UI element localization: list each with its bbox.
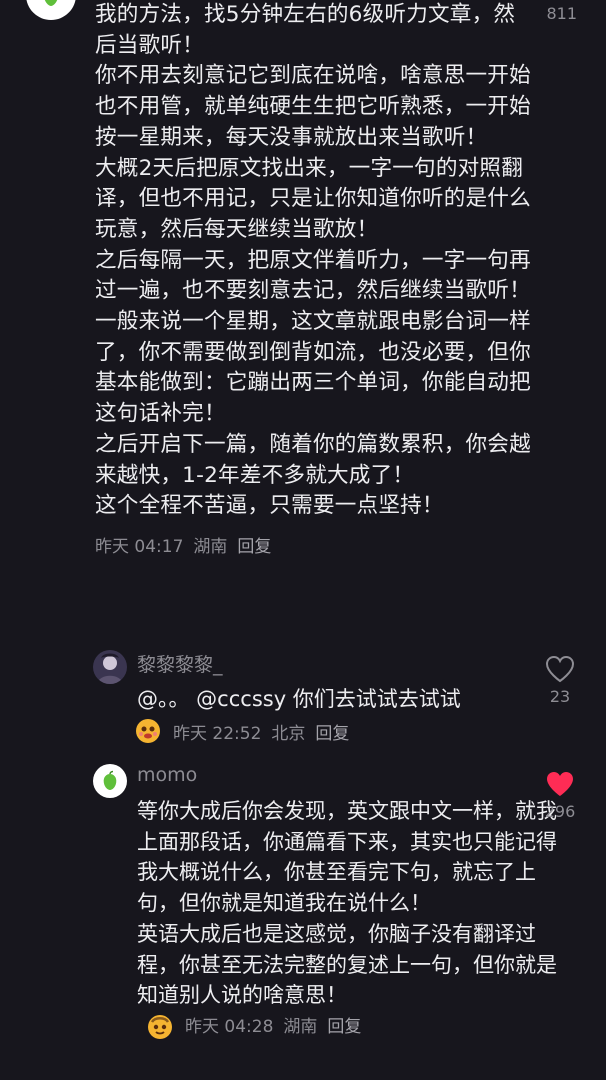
reply-like-count: 23 xyxy=(549,687,571,706)
reply-button[interactable]: 回复 xyxy=(315,719,349,744)
comment-paragraph: 这个全程不苦逼，只需要一点坚持！ xyxy=(95,493,444,519)
comment-meta: 昨天 04:17 湖南 回复 xyxy=(95,532,535,557)
reply-paragraph: 英语大成后也是这感觉，你脑子没有翻译过程，你甚至无法完整的复述上一句，但你就是知… xyxy=(137,919,567,1042)
emoji-face-icon xyxy=(148,1014,172,1039)
reply-username[interactable]: momo xyxy=(137,764,197,786)
reply-location: 北京 xyxy=(271,723,306,744)
pepper-icon xyxy=(44,0,58,6)
main-comment: 我的方法，找5分钟左右的6级听力文章，然后当歌听！ 你不用去刻意记它到底在说啥，… xyxy=(95,0,535,557)
heart-icon[interactable] xyxy=(545,655,575,683)
heart-icon[interactable] xyxy=(545,770,575,798)
reply-button[interactable]: 回复 xyxy=(327,1012,361,1043)
reply-time: 昨天 22:52 xyxy=(173,723,262,744)
comment-paragraph: 我的方法，找5分钟左右的6级听力文章，然后当歌听！ xyxy=(95,2,516,58)
main-like-count: 811 xyxy=(546,4,577,23)
reply-like-count: 296 xyxy=(544,802,576,821)
reply-text: @。。 @cccssy 你们去试试去试试 xyxy=(137,687,461,711)
reply-text: 等你大成后你会发现，英文跟中文一样，就我上面那段话，你通篇看下来，其实也只能记得… xyxy=(137,796,567,1042)
reply-meta: 昨天 22:52 北京 回复 xyxy=(135,718,359,744)
main-commenter-avatar[interactable] xyxy=(26,0,76,20)
comment-location: 湖南 xyxy=(193,536,228,557)
comment-paragraph: 之后开启下一篇，随着你的篇数累积，你会越来越快，1-2年差不多就大成了！ xyxy=(95,431,531,488)
pepper-icon xyxy=(103,770,117,790)
reply-avatar[interactable] xyxy=(93,650,127,684)
comment-paragraph: 之后每隔一天，把原文伴着听力，一字一句再过一遍，也不要刻意去记，然后继续当歌听！ xyxy=(95,247,531,304)
comment-paragraph: 你不用去刻意记它到底在说啥，啥意思一开始也不用管，就单纯硬生生把它听熟悉，一开始… xyxy=(95,63,531,150)
portrait-avatar-icon xyxy=(93,650,127,684)
comment-paragraph: 一般来说一个星期，这文章就跟电影台词一样了，你不需要做到倒背如流，也没必要，但你… xyxy=(95,309,531,427)
comment-paragraph: 大概2天后把原文找出来，一字一句的对照翻译，但也不用记，只是让你知道你听的是什么… xyxy=(95,155,531,242)
reply-paragraph: 等你大成后你会发现，英文跟中文一样，就我上面那段话，你通篇看下来，其实也只能记得… xyxy=(137,799,557,916)
reply-button[interactable]: 回复 xyxy=(237,532,271,557)
emoji-face-icon xyxy=(136,719,160,743)
reply-avatar[interactable] xyxy=(93,764,127,798)
comment-time: 昨天 04:17 xyxy=(95,536,184,557)
reply-time: 昨天 04:28 xyxy=(185,1016,274,1037)
reply-meta: 昨天 04:28 湖南 回复 xyxy=(147,1012,371,1043)
reply-username[interactable]: 黎黎黎黎_ xyxy=(137,650,223,677)
reply-like[interactable]: 23 xyxy=(540,655,580,706)
reply-location: 湖南 xyxy=(283,1016,318,1037)
reply-like[interactable]: 296 xyxy=(540,770,580,821)
